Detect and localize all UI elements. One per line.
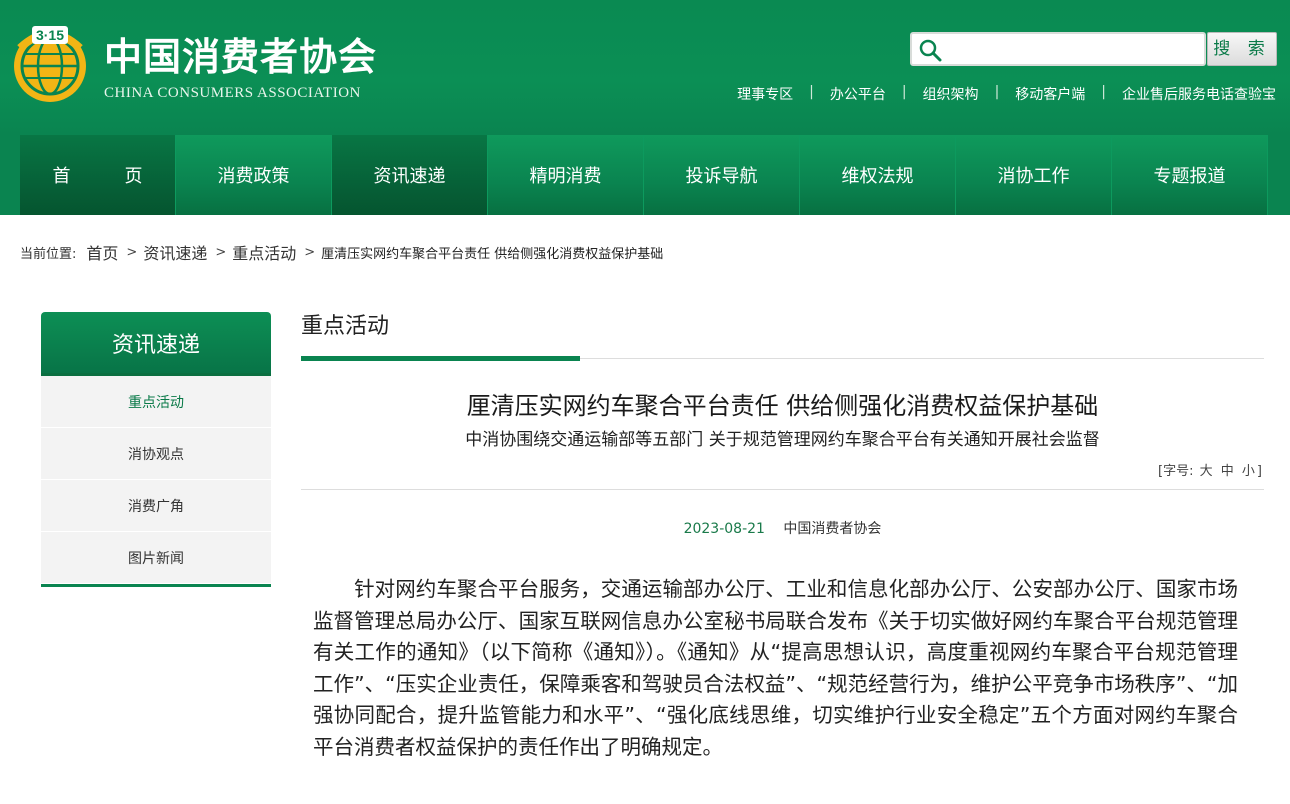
logo-title-en: CHINA CONSUMERS ASSOCIATION (104, 85, 361, 101)
main-nav: 首 页 消费政策 资讯速递 精明消费 投诉导航 维权法规 消协工作 专题报道 (0, 135, 1290, 215)
nav-smart-consumption[interactable]: 精明消费 (488, 135, 644, 215)
article-paragraph: 针对网约车聚合平台服务，交通运输部办公厅、工业和信息化部办公厅、公安部办公厅、国… (313, 577, 1238, 759)
breadcrumb: 当前位置: 首页 > 资讯速递 > 重点活动 > 厘清压实网约车聚合平台责任 供… (20, 240, 663, 264)
sidebar-title: 资讯速递 (41, 312, 271, 376)
toplink-separator: | (901, 84, 907, 100)
article-meta: 2023-08-21 中国消费者协会 (301, 518, 1264, 538)
nav-home[interactable]: 首 页 (20, 135, 176, 215)
font-size-bracket: ] (1256, 464, 1262, 479)
breadcrumb-key-activities[interactable]: 重点活动 (232, 240, 296, 264)
toplink-office[interactable]: 办公平台 (830, 84, 886, 104)
article-divider (301, 489, 1264, 490)
breadcrumb-separator: > (215, 244, 227, 260)
breadcrumb-separator: > (304, 244, 316, 260)
font-size-control: [字号: 大 中 小] (301, 460, 1262, 479)
sidebar-item-viewpoints[interactable]: 消协观点 (41, 428, 271, 480)
toplink-organization[interactable]: 组织架构 (923, 84, 979, 104)
sidebar: 资讯速递 重点活动 消协观点 消费广角 图片新闻 (41, 312, 271, 587)
toplink-mobile[interactable]: 移动客户端 (1015, 84, 1085, 104)
toplink-separator: | (1101, 84, 1106, 100)
toplink-separator: | (809, 84, 814, 100)
top-links: 理事专区 | 办公平台 | 组织架构 | 移动客户端 | 企业售后服务电话查验宝 (737, 84, 1276, 104)
search-input[interactable] (948, 36, 1200, 62)
nav-association-work[interactable]: 消协工作 (956, 135, 1112, 215)
font-size-small-button[interactable]: 小 (1242, 464, 1255, 479)
section-divider-accent (301, 356, 580, 361)
logo-title-cn[interactable]: 中国消费者协会 (104, 34, 377, 80)
article-date: 2023-08-21 (683, 521, 765, 537)
breadcrumb-home[interactable]: 首页 (86, 240, 118, 264)
font-size-medium-button[interactable]: 中 (1221, 464, 1234, 479)
search-button[interactable]: 搜 索 (1207, 32, 1277, 66)
section-title: 重点活动 (301, 314, 390, 339)
nav-complaint-guide[interactable]: 投诉导航 (644, 135, 800, 215)
font-size-label: [字号: (1158, 464, 1194, 479)
font-size-large-button[interactable]: 大 (1200, 464, 1213, 479)
sidebar-item-photo-news[interactable]: 图片新闻 (41, 532, 271, 584)
article-source: 中国消费者协会 (783, 521, 882, 537)
sidebar-item-key-activities[interactable]: 重点活动 (41, 376, 271, 428)
nav-rights-law[interactable]: 维权法规 (800, 135, 956, 215)
article-title: 厘清压实网约车聚合平台责任 供给侧强化消费权益保护基础 (466, 392, 1099, 420)
breadcrumb-separator: > (126, 244, 138, 260)
nav-news[interactable]: 资讯速递 (332, 135, 488, 215)
breadcrumb-current: 厘清压实网约车聚合平台责任 供给侧强化消费权益保护基础 (321, 246, 664, 262)
site-header: 3·15 中国消费者协会 CHINA CONSUMERS ASSOCIATION… (0, 0, 1290, 135)
logo-emblem-text: 3·15 (36, 27, 64, 43)
search-box (910, 32, 1206, 66)
nav-consumer-policy[interactable]: 消费政策 (176, 135, 332, 215)
article-subtitle: 中消协围绕交通运输部等五部门 关于规范管理网约车聚合平台有关通知开展社会监督 (465, 430, 1100, 450)
cca-logo-icon[interactable]: 3·15 (10, 22, 90, 106)
toplink-council[interactable]: 理事专区 (737, 84, 793, 104)
main-content: 重点活动 厘清压实网约车聚合平台责任 供给侧强化消费权益保护基础 中消协围绕交通… (301, 312, 1264, 764)
breadcrumb-news[interactable]: 资讯速递 (143, 240, 207, 264)
toplink-aftersale-check[interactable]: 企业售后服务电话查验宝 (1122, 84, 1276, 104)
section-divider-line (580, 358, 1264, 359)
breadcrumb-label: 当前位置: (20, 246, 77, 262)
section-divider (301, 356, 1264, 361)
nav-special-reports[interactable]: 专题报道 (1112, 135, 1268, 215)
sidebar-item-consumer-corner[interactable]: 消费广角 (41, 480, 271, 532)
sidebar-divider (41, 584, 271, 587)
search-icon (919, 39, 942, 62)
toplink-separator: | (994, 84, 1000, 100)
